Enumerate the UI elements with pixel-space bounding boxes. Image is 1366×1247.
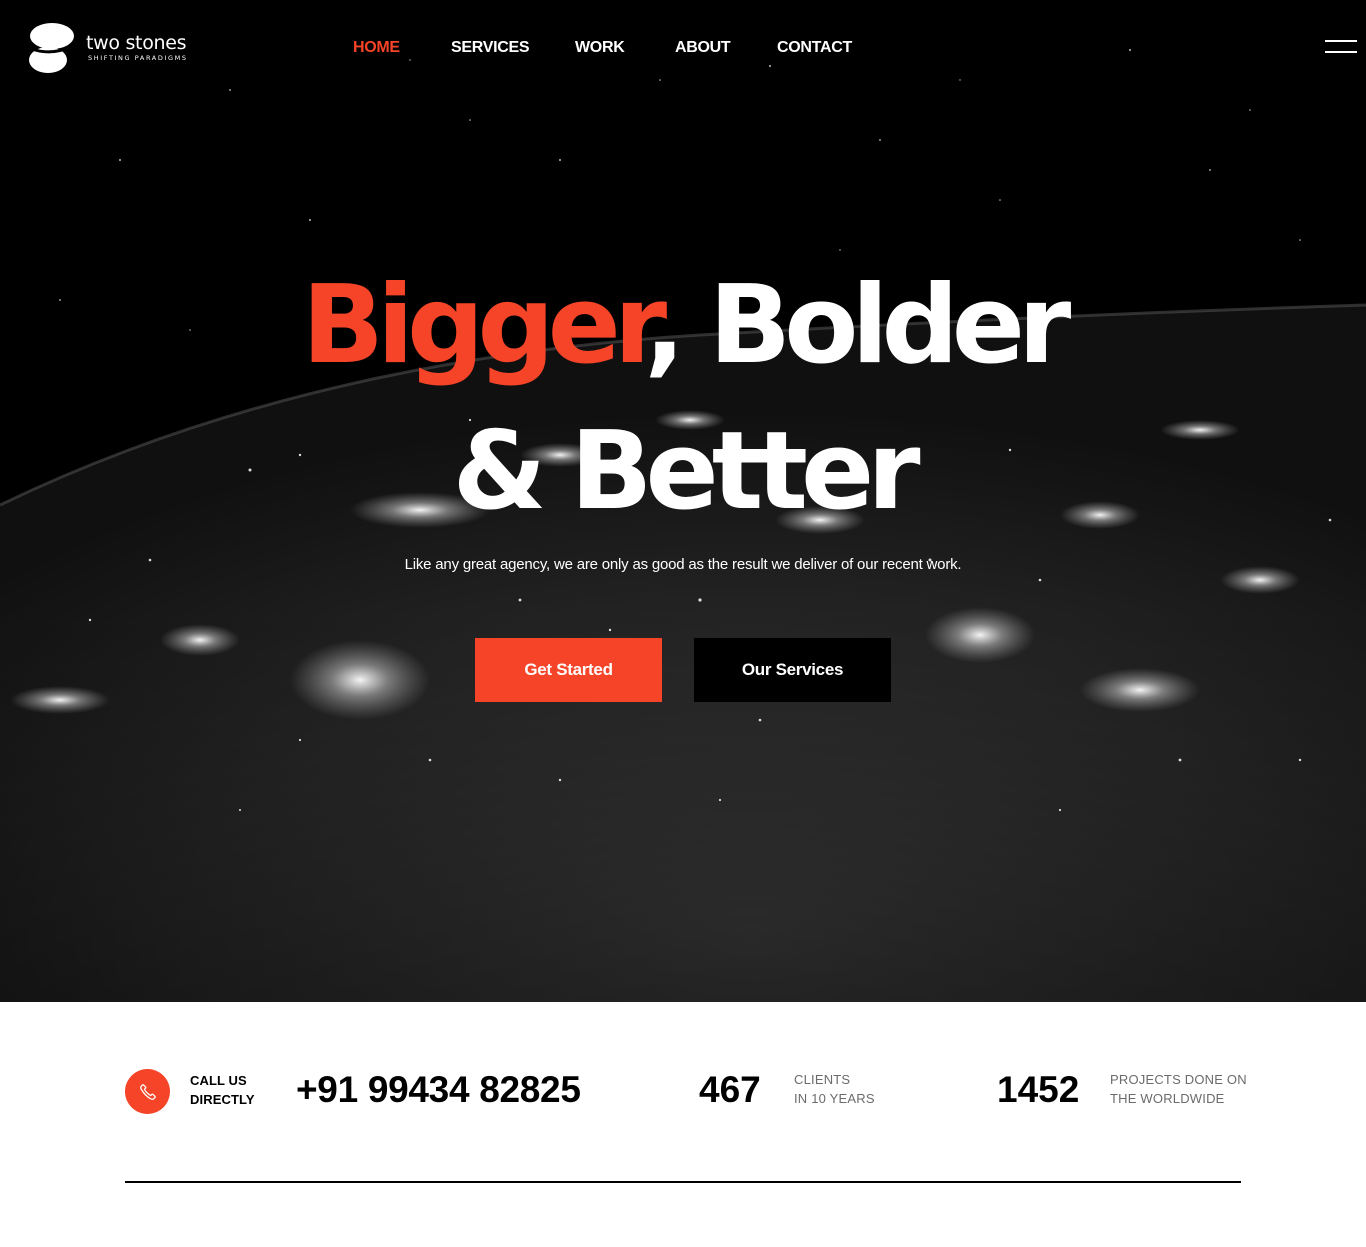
brand-logo[interactable]: two stones SHIFTING PARADIGMS	[28, 22, 218, 74]
headline-rest: , Bolder	[644, 263, 1071, 388]
nav-item-services[interactable]: SERVICES	[451, 38, 530, 58]
stones-logo-icon	[29, 23, 74, 73]
nav-item-about[interactable]: ABOUT	[675, 38, 731, 58]
call-label-line1: CALL US	[190, 1073, 247, 1088]
phone-number[interactable]: +91 99434 82825	[296, 1068, 581, 1112]
stat-clients-label-line2: IN 10 YEARS	[794, 1091, 875, 1106]
nav-item-home[interactable]: HOME	[353, 38, 400, 58]
hero-headline-line1: Bigger, Bolder	[0, 272, 1366, 380]
hero-headline-line2: & Better	[452, 409, 920, 534]
phone-icon-button[interactable]	[125, 1069, 170, 1114]
call-label-line2: DIRECTLY	[190, 1092, 255, 1107]
headline-accent: Bigger	[301, 263, 652, 388]
stat-projects-label-line2: THE WORLDWIDE	[1110, 1091, 1225, 1106]
stat-clients-label-line1: CLIENTS	[794, 1072, 851, 1087]
nav-item-contact[interactable]: CONTACT	[777, 38, 852, 58]
get-started-button[interactable]: Get Started	[475, 638, 662, 702]
our-services-button[interactable]: Our Services	[694, 638, 891, 702]
nav-item-work[interactable]: WORK	[575, 38, 625, 58]
brand-tagline: SHIFTING PARADIGMS	[88, 54, 188, 62]
hero-subtitle: Like any great agency, we are only as go…	[404, 556, 962, 573]
stat-projects-label-line1: PROJECTS DONE ON	[1110, 1072, 1247, 1087]
stat-clients-value: 467	[699, 1069, 761, 1110]
stat-projects-value: 1452	[997, 1069, 1080, 1110]
phone-icon	[139, 1083, 156, 1100]
section-divider	[125, 1181, 1241, 1183]
brand-name: two stones	[86, 32, 187, 54]
call-us-label: CALL US DIRECTLY	[190, 1071, 255, 1109]
stat-clients-label: CLIENTS IN 10 YEARS	[794, 1070, 875, 1108]
hero-section: two stones SHIFTING PARADIGMS HOME SERVI…	[0, 0, 1366, 1002]
hamburger-icon[interactable]	[1325, 40, 1357, 54]
stat-projects-label: PROJECTS DONE ON THE WORLDWIDE	[1110, 1070, 1247, 1108]
